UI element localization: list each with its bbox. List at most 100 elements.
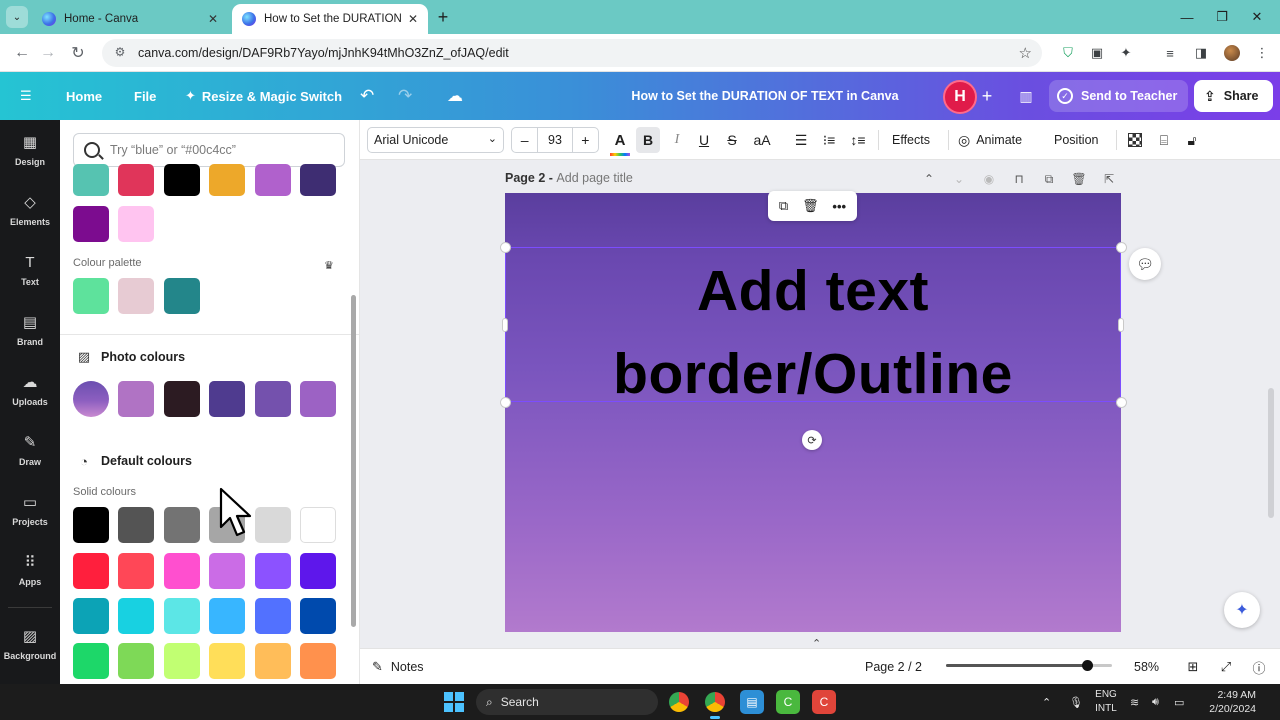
zoom-slider-knob[interactable] (1082, 660, 1093, 671)
show-pages-caret-icon[interactable]: ⌃ (812, 637, 821, 648)
camtasia-green-app-icon[interactable]: C (776, 690, 800, 714)
close-icon[interactable]: ✕ (408, 12, 418, 26)
grid-view-icon[interactable]: ⊞ (1183, 657, 1203, 677)
solid-colour-swatch[interactable] (73, 553, 109, 589)
solid-colour-swatch[interactable] (255, 643, 291, 679)
undo-icon[interactable]: ↶ (360, 72, 374, 120)
panel-scrollbar[interactable] (351, 295, 356, 627)
rail-item-draw[interactable]: ✎ Draw (0, 423, 60, 477)
zoom-slider[interactable] (946, 660, 1112, 671)
solid-colour-swatch[interactable] (300, 507, 336, 543)
send-to-teacher-button[interactable]: ✓ Send to Teacher (1049, 80, 1188, 112)
solid-colour-swatch[interactable] (164, 553, 200, 589)
tab-search-button[interactable]: ⌄ (6, 6, 28, 28)
document-colour-swatch[interactable] (300, 164, 336, 196)
solid-colour-swatch[interactable] (118, 598, 154, 634)
solid-colour-swatch[interactable] (255, 507, 291, 543)
profile-avatar[interactable] (1222, 43, 1242, 63)
page-down-icon[interactable]: ⌄ (949, 170, 969, 188)
position-button[interactable]: Position (1054, 127, 1098, 153)
solid-colour-swatch[interactable] (300, 643, 336, 679)
resize-magic-switch-button[interactable]: ✦ Resize & Magic Switch (185, 72, 342, 120)
tray-overflow-icon[interactable]: ⌃ (1042, 684, 1051, 720)
rotate-handle-icon[interactable]: ⟳ (802, 430, 822, 450)
document-colour-swatch[interactable] (118, 164, 154, 196)
paint-roller-icon[interactable]: ⌸ (1154, 127, 1174, 153)
photo-colour-swatch[interactable] (164, 381, 200, 417)
menu-hamburger-icon[interactable]: ☰ (20, 72, 40, 120)
lock-page-icon[interactable]: ⊓ (1009, 170, 1029, 188)
tab-home-canva[interactable]: Home - Canva ✕ (32, 4, 228, 34)
page-label[interactable]: Page 2 - Add page title (505, 171, 633, 185)
site-info-icon[interactable]: ⚙ (112, 45, 128, 61)
solid-colour-swatch[interactable] (118, 553, 154, 589)
taskbar-search[interactable]: ⌕ Search (476, 689, 658, 715)
side-panel-icon[interactable]: ◨ (1191, 43, 1211, 63)
font-size-stepper[interactable]: – 93 + (511, 127, 599, 153)
solid-colour-swatch[interactable] (209, 643, 245, 679)
strikethrough-icon[interactable]: S (722, 127, 742, 153)
chrome-app-icon[interactable] (667, 690, 691, 714)
fullscreen-icon[interactable]: ⤢ (1216, 657, 1236, 677)
document-colour-swatch[interactable] (255, 164, 291, 196)
solid-colour-swatch[interactable] (255, 598, 291, 634)
solid-colour-swatch[interactable] (209, 553, 245, 589)
window-close-button[interactable]: ✕ (1234, 0, 1280, 34)
wifi-icon[interactable]: ≋ (1130, 684, 1139, 720)
workspace-scrollbar[interactable] (1268, 388, 1274, 518)
duplicate-page-icon[interactable]: ⧉ (1039, 170, 1059, 188)
decrease-size-button[interactable]: – (512, 132, 537, 148)
underline-icon[interactable]: U (694, 127, 714, 153)
back-button[interactable]: ← (10, 41, 34, 65)
solid-colour-swatch[interactable] (164, 598, 200, 634)
solid-colour-swatch[interactable] (73, 598, 109, 634)
input-language[interactable]: ENG INTL (1094, 688, 1118, 716)
redo-icon[interactable]: ↷ (398, 72, 412, 120)
bold-icon[interactable]: B (636, 127, 660, 153)
solid-colour-swatch[interactable] (73, 643, 109, 679)
microphone-icon[interactable]: 🎙︎ (1069, 684, 1083, 720)
solid-colour-swatch[interactable] (164, 507, 200, 543)
bookmark-star-icon[interactable]: ☆ (1019, 44, 1032, 62)
media-controls-icon[interactable]: ≡ (1160, 43, 1180, 63)
animate-button[interactable]: ◎ Animate (958, 127, 1022, 153)
align-center-icon[interactable]: ☰ (791, 127, 811, 153)
colour-search-input[interactable] (110, 143, 330, 157)
duplicate-icon[interactable]: ⧉ (779, 198, 788, 214)
volume-icon[interactable]: 🔊︎ (1152, 684, 1159, 720)
solid-colour-swatch[interactable] (164, 643, 200, 679)
windows-start-icon[interactable] (444, 692, 464, 712)
share-button[interactable]: ⇪ Share (1194, 80, 1273, 112)
more-options-icon[interactable]: ••• (832, 199, 846, 214)
rail-item-uploads[interactable]: ☁ Uploads (0, 363, 60, 417)
rail-item-brand[interactable]: ▤ Brand (0, 303, 60, 357)
document-colour-swatch[interactable] (209, 164, 245, 196)
shield-extension-icon[interactable]: ⛉ (1058, 43, 1078, 63)
photo-colour-swatch[interactable] (209, 381, 245, 417)
invite-plus-icon[interactable]: + (978, 72, 996, 120)
add-comment-icon[interactable]: 💬︎ (1129, 248, 1161, 280)
lock-icon[interactable]: 🔓︎ (1182, 127, 1202, 153)
photo-thumbnail[interactable] (73, 381, 109, 417)
solid-colour-swatch[interactable] (255, 553, 291, 589)
reload-button[interactable]: ↻ (66, 41, 90, 65)
forward-button[interactable]: → (36, 41, 60, 65)
transparency-icon[interactable] (1125, 127, 1145, 153)
list-icon[interactable]: ⁝≡ (819, 127, 839, 153)
text-colour-icon[interactable]: A (610, 127, 630, 156)
file-menu-button[interactable]: File (134, 72, 156, 120)
spacing-icon[interactable]: ↕≡ (848, 127, 868, 153)
rail-item-elements[interactable]: ◇ Elements (0, 183, 60, 237)
new-tab-button[interactable]: + (432, 6, 454, 28)
help-icon[interactable]: ⓘ (1249, 657, 1269, 677)
page-up-icon[interactable]: ⌃ (919, 170, 939, 188)
photo-colour-swatch[interactable] (118, 381, 154, 417)
document-colour-swatch[interactable] (164, 164, 200, 196)
home-button[interactable]: Home (66, 72, 102, 120)
extensions-puzzle-icon[interactable]: ✦ (1116, 43, 1136, 63)
notes-button[interactable]: ✎ Notes (372, 649, 424, 685)
document-colour-swatch[interactable] (73, 164, 109, 196)
rail-item-design[interactable]: ▦ Design (0, 123, 60, 177)
palette-colour-swatch[interactable] (164, 278, 200, 314)
font-size-value[interactable]: 93 (537, 127, 573, 153)
